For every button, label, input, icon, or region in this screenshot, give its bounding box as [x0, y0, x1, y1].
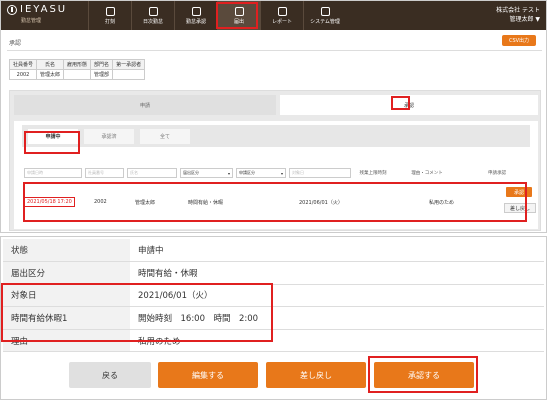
table-cell [63, 69, 92, 80]
nav-item-punch[interactable]: 打刻 [88, 1, 131, 30]
table-cell [112, 69, 146, 80]
nav-label: 日次勤怠 [142, 18, 163, 25]
highlight-request-row [23, 182, 527, 222]
chevron-down-icon: ▾ [280, 170, 283, 176]
chevron-down-icon: ▾ [227, 170, 230, 176]
clock-logo-icon [7, 4, 17, 15]
table-header: 雇用形態 [63, 59, 92, 70]
monitor-icon [320, 6, 330, 16]
table-header: 部門名 [90, 59, 114, 70]
nav-label: 勤怠承認 [185, 18, 206, 25]
highlight-approve-button [368, 356, 478, 393]
name-filter-input[interactable]: 氏名 [127, 168, 177, 178]
nav-item-report[interactable]: レポート [260, 1, 303, 30]
nav-item-daily[interactable]: 日次勤怠 [131, 1, 174, 30]
highlight-pending-subtab [24, 131, 80, 154]
document-icon [191, 6, 201, 16]
detail-value: 申請中 [130, 239, 544, 263]
highlight-requests-nav [216, 2, 258, 29]
approve-header: 申請承認 [488, 171, 506, 176]
table-cell: 管理部 [90, 69, 114, 80]
logo-text: IEYASU [20, 4, 68, 15]
return-button[interactable]: 差し戻し [266, 362, 366, 388]
overtime-header: 残業上限時刻 [359, 171, 387, 176]
clock-icon [105, 6, 115, 16]
page-title: 承認 [9, 40, 22, 47]
subtab-approved[interactable]: 承認済 [84, 129, 134, 144]
csv-export-button[interactable]: CSV出力 [502, 35, 536, 46]
tab-apply[interactable]: 申請 [14, 95, 276, 115]
type-filter-select[interactable]: 届出区分 ▾ [180, 168, 233, 178]
table-header: 第一承認者 [112, 59, 146, 70]
select-value: 申請区分 [239, 170, 255, 175]
detail-key: 状態 [3, 239, 130, 263]
divider [7, 50, 542, 51]
select-value: 届出区分 [183, 170, 199, 175]
table-cell: 2002 [8, 69, 38, 80]
subtab-all[interactable]: 全て [140, 129, 190, 144]
empno-filter-input[interactable]: 社員番号 [85, 168, 124, 178]
target-date-filter-input[interactable]: 対象日 [289, 168, 351, 178]
user-name: 管理太郎 ▼ [509, 16, 540, 23]
nav-label: レポート [271, 18, 292, 25]
status-subtabs: 申請中 承認済 全て [22, 125, 530, 147]
nav-item-system[interactable]: システム管理 [303, 1, 346, 30]
approval-list-screen: IEYASU 勤怠管理 打刻 日次勤怠 勤怠承認 届出 レポート システム管理 … [0, 0, 547, 233]
date-filter-input[interactable]: 申請日時 [24, 168, 82, 178]
status-filter-select[interactable]: 申請区分 ▾ [236, 168, 286, 178]
nav-label: 打刻 [104, 18, 115, 25]
company-name: 株式会社 テスト [496, 7, 540, 14]
filter-row: 申請日時 社員番号 氏名 届出区分 ▾ 申請区分 ▾ 対象日 残業上限時刻 理由・コ… [24, 168, 532, 178]
table-header: 氏名 [36, 59, 65, 70]
report-icon [277, 6, 287, 16]
nav-label: システム管理 [310, 18, 340, 25]
calendar-icon [148, 6, 158, 16]
reason-header: 理由・コメント [411, 171, 443, 176]
edit-button[interactable]: 編集する [158, 362, 258, 388]
account-menu[interactable]: 株式会社 テスト 管理太郎 ▼ [496, 6, 540, 24]
table-cell: 管理太郎 [36, 69, 65, 80]
table-header: 社員番号 [8, 59, 38, 70]
app-header: IEYASU 勤怠管理 打刻 日次勤怠 勤怠承認 届出 レポート システム管理 … [1, 1, 546, 30]
highlight-detail-rows [1, 283, 273, 342]
logo[interactable]: IEYASU 勤怠管理 [7, 4, 67, 24]
highlight-approve-tab [391, 96, 410, 110]
detail-key: 届出区分 [3, 261, 130, 285]
back-button[interactable]: 戻る [69, 362, 151, 388]
nav-item-approval[interactable]: 勤怠承認 [174, 1, 217, 30]
logo-subtitle: 勤怠管理 [21, 18, 42, 24]
detail-value: 時間有給・休暇 [130, 261, 544, 285]
employee-info-table: 社員番号 氏名 雇用形態 部門名 第一承認者 2002 管理太郎 管理部 [8, 59, 146, 80]
